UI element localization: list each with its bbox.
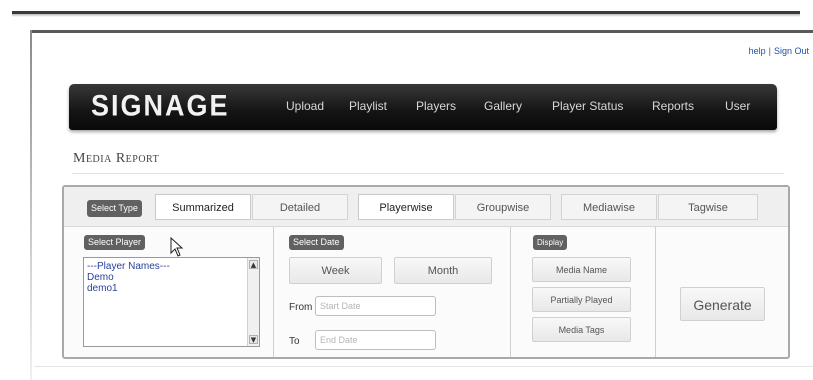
tab-detailed[interactable]: Detailed [252,194,348,220]
tab-tagwise[interactable]: Tagwise [658,194,758,220]
player-listbox[interactable]: ---Player Names--- Demo demo1 ▲ ▼ [83,257,260,347]
tab-mediawise[interactable]: Mediawise [561,194,657,220]
sign-out-link[interactable]: Sign Out [774,46,809,56]
page-title: Media Report [73,151,160,166]
from-label: From [289,302,313,313]
list-item[interactable]: Demo [84,272,259,283]
bottom-divider [34,366,813,367]
browser-frame-top [30,30,813,33]
media-tags-button[interactable]: Media Tags [532,317,631,342]
mouse-pointer-icon [170,237,184,257]
help-link[interactable]: help [749,46,766,56]
top-links-separator: | [768,46,771,56]
week-button[interactable]: Week [289,257,382,284]
nav-upload[interactable]: Upload [286,99,324,113]
nav-player-status[interactable]: Player Status [552,99,623,113]
nav-user[interactable]: User [725,99,750,113]
list-item[interactable]: ---Player Names--- [84,261,259,272]
nav-gallery[interactable]: Gallery [484,99,522,113]
browser-frame-left [30,30,32,380]
end-date-field[interactable] [315,330,436,350]
nav-players[interactable]: Players [416,99,456,113]
column-divider [273,227,274,357]
display-label: Display [533,235,568,250]
to-label: To [289,336,300,347]
window-edge-shadow [12,14,800,17]
select-date-label: Select Date [289,235,344,250]
start-date-field[interactable] [315,296,436,316]
column-divider [655,227,656,357]
select-type-label: Select Type [87,200,142,217]
column-divider [510,227,511,357]
tab-groupwise[interactable]: Groupwise [455,194,551,220]
tab-playerwise[interactable]: Playerwise [358,194,454,220]
partially-played-button[interactable]: Partially Played [532,287,631,312]
top-links: help | Sign Out [749,46,809,56]
app-logo: SIGNAGE [91,89,230,123]
month-button[interactable]: Month [394,257,492,284]
list-item[interactable]: demo1 [84,283,259,294]
generate-button[interactable]: Generate [680,287,765,321]
title-divider [72,173,784,174]
listbox-scrollbar[interactable]: ▲ ▼ [247,258,259,346]
tab-summarized[interactable]: Summarized [155,194,251,220]
select-player-label: Select Player [84,235,146,250]
nav-playlist[interactable]: Playlist [349,99,387,113]
scroll-up-icon[interactable]: ▲ [249,260,258,269]
nav-reports[interactable]: Reports [652,99,694,113]
scroll-down-icon[interactable]: ▼ [249,335,258,344]
media-name-button[interactable]: Media Name [532,257,631,282]
